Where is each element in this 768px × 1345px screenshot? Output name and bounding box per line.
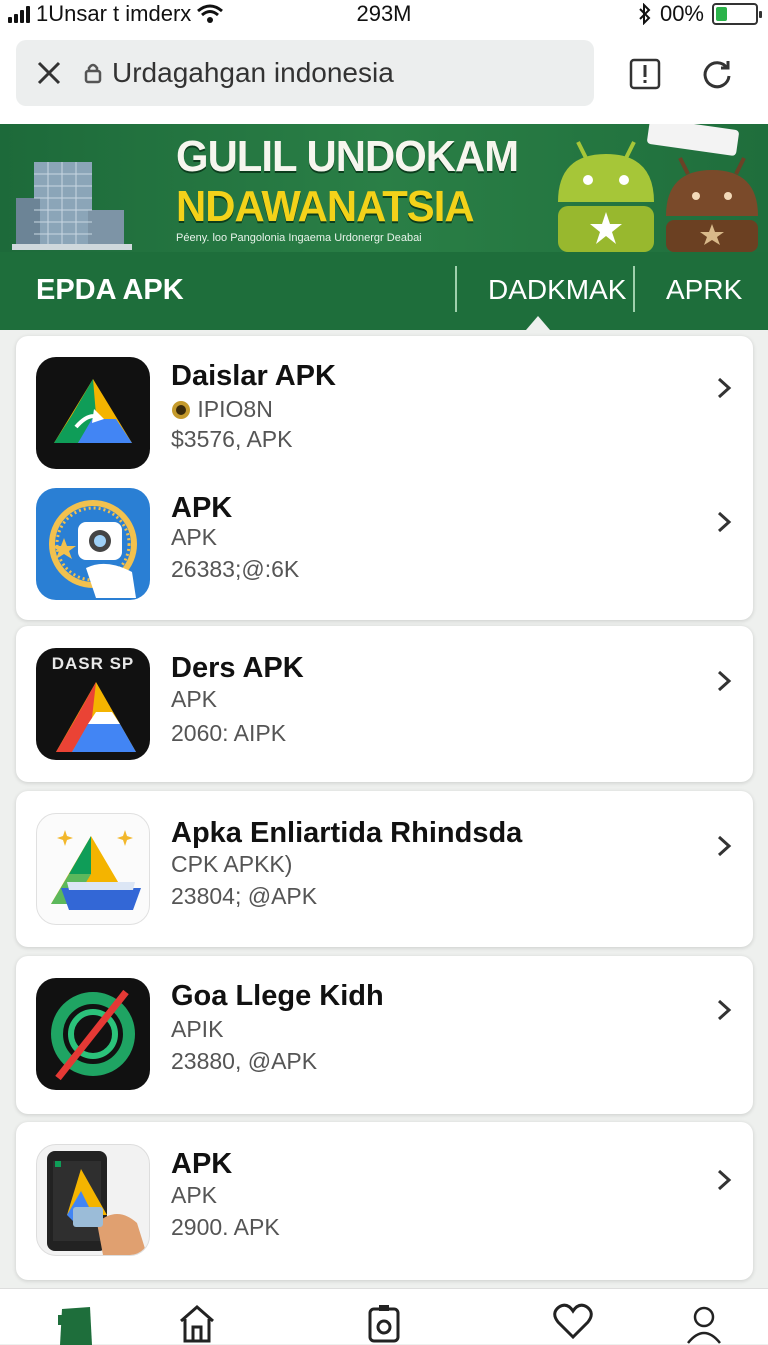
chevron-right-icon[interactable] <box>712 510 736 534</box>
app-subtitle: IPIO8N <box>171 396 273 423</box>
app-subtitle: APK <box>171 686 218 712</box>
lock-icon <box>82 62 104 84</box>
app-meta: 2060: AIPK <box>171 720 287 746</box>
battery-icon <box>712 3 762 25</box>
banner-title-line1: GULIL UNDOKAM <box>176 132 519 181</box>
ring-slash-icon <box>36 978 150 1090</box>
url-field[interactable]: Urdagahgan indonesia <box>16 40 594 106</box>
app-name: Ders APK <box>171 652 304 684</box>
nav-divider <box>455 266 457 312</box>
nav-brand[interactable]: EPDA APK <box>36 274 184 307</box>
profile-icon[interactable] <box>682 1303 726 1345</box>
promo-banner[interactable]: GULIL UNDOKAM NDAWANATSIA Péeny. loo Pan… <box>0 124 768 252</box>
bottom-tab-bar <box>0 1288 768 1345</box>
building-icon <box>12 162 132 250</box>
apk-store-icon[interactable] <box>54 1303 98 1345</box>
active-tab-indicator <box>526 316 550 330</box>
chevron-right-icon[interactable] <box>712 834 736 858</box>
category-nav: EPDA APK DADKMAK APRK <box>0 252 768 330</box>
app-subtitle-text: IPIO8N <box>197 396 273 422</box>
app-subtitle: APIK <box>171 1016 224 1042</box>
url-text: Urdagahgan indonesia <box>112 57 394 88</box>
app-subtitle: APK <box>171 524 218 550</box>
app-card[interactable]: Apka Enliartida Rhindsda CPK APKK) 23804… <box>16 791 753 947</box>
heart-icon[interactable] <box>551 1303 595 1345</box>
reload-icon[interactable] <box>692 52 742 96</box>
banner-subtitle: Péeny. loo Pangolonia Ingaema Urdonergr … <box>176 232 422 244</box>
drive-dark-icon <box>36 357 150 469</box>
alert-icon[interactable] <box>620 52 670 96</box>
icon-caption: DASR SP <box>51 654 135 673</box>
app-subtitle: APK <box>171 1182 218 1208</box>
app-name: Goa Llege Kidh <box>171 980 384 1012</box>
app-card[interactable]: Goa Llege Kidh APIK 23880, @APK <box>16 956 753 1114</box>
phone-hand-icon <box>36 1144 150 1256</box>
app-meta: 23880, @APK <box>171 1048 318 1074</box>
bluetooth-icon <box>639 3 651 25</box>
tab-dadkmak[interactable]: DADKMAK <box>488 274 626 306</box>
status-right: 00% <box>638 0 762 28</box>
camera-icon[interactable] <box>362 1303 406 1345</box>
battery-percent: 00% <box>659 1 704 26</box>
app-name: APK <box>171 1148 233 1180</box>
list-item[interactable]: APK APK 26383;@:6K <box>16 472 753 620</box>
chevron-right-icon[interactable] <box>712 998 736 1022</box>
status-bar: 1Unsar t imderx 293M 00% <box>0 0 768 28</box>
battery-fill <box>716 7 728 21</box>
app-card[interactable]: DASR SP Ders APK APK 2060: AIPK <box>16 626 753 782</box>
app-name: Daislar APK <box>171 360 336 392</box>
browser-toolbar: Urdagahgan indonesia <box>0 28 768 124</box>
banner-title-line2: NDAWANATSIA <box>176 182 475 231</box>
app-meta: 26383;@:6K <box>171 556 300 582</box>
app-meta: 2900. APK <box>171 1214 280 1240</box>
app-card[interactable]: APK APK 2900. APK <box>16 1122 753 1280</box>
app-meta: 23804; @APK <box>171 883 318 909</box>
camera-badge-icon <box>36 488 150 600</box>
home-icon[interactable] <box>175 1303 219 1345</box>
coin-icon <box>172 401 190 419</box>
nav-divider <box>633 266 635 312</box>
chevron-right-icon[interactable] <box>712 669 736 693</box>
dasr-drive-icon: DASR SP <box>36 648 150 760</box>
close-icon[interactable] <box>16 40 82 106</box>
app-meta: $3576, APK <box>171 426 293 452</box>
chevron-right-icon[interactable] <box>712 376 736 400</box>
android-mascots-icon <box>558 124 758 252</box>
list-item[interactable]: Daislar APK IPIO8N $3576, APK <box>16 336 753 472</box>
drive-sparkle-icon <box>36 813 150 925</box>
app-name: APK <box>171 492 233 524</box>
tab-aprk[interactable]: APRK <box>666 274 742 306</box>
app-name: Apka Enliartida Rhindsda <box>171 817 523 849</box>
app-subtitle: CPK APKK) <box>171 851 293 877</box>
app-card: Daislar APK IPIO8N $3576, APK APK APK 26… <box>16 336 753 620</box>
chevron-right-icon[interactable] <box>712 1168 736 1192</box>
